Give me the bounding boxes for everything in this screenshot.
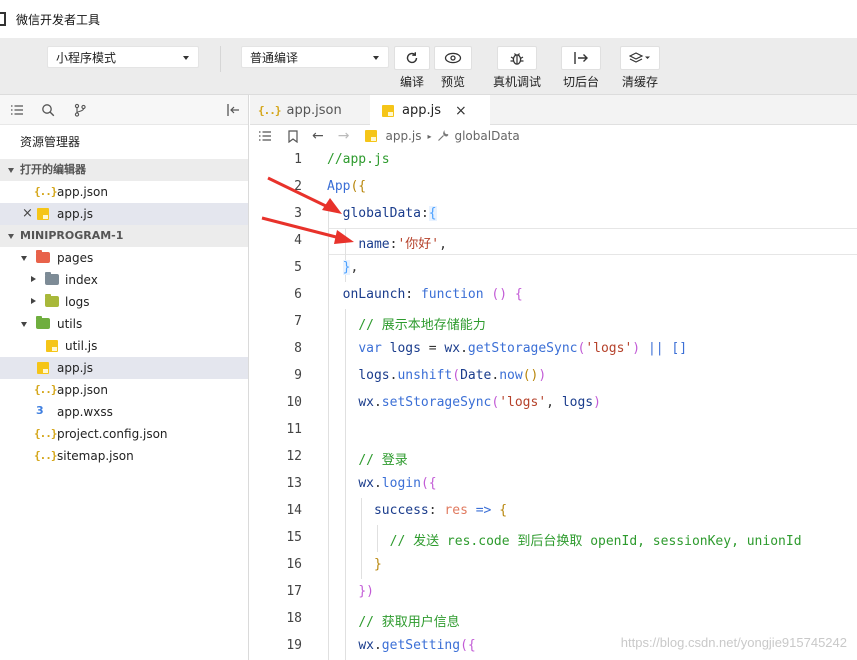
arrow-icon xyxy=(267,176,342,214)
watermark: https://blog.csdn.net/yongjie915745242 xyxy=(620,635,847,650)
arrow-icon xyxy=(261,216,354,244)
annotation-arrows xyxy=(261,176,354,244)
